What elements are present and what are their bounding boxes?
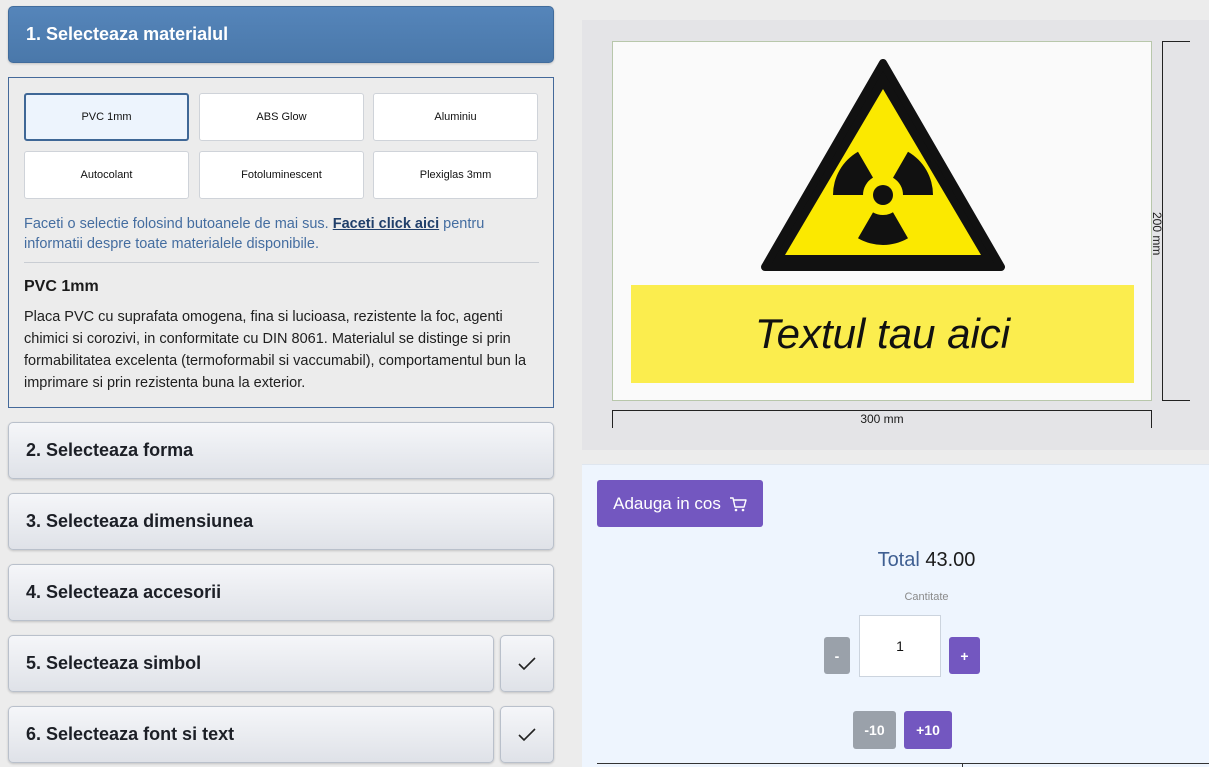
height-dimension-tick-bottom [1162,400,1190,401]
material-option-label: PVC 1mm [81,111,132,123]
material-option-label: ABS Glow [256,111,307,123]
checkmark-icon [518,656,536,670]
quantity-minus-button[interactable]: - [824,637,850,674]
total-price: Total 43.00 [582,549,1209,572]
total-label: Total [877,549,920,571]
cart-table-border [597,763,1209,764]
sign-text-band[interactable]: Textul tau aici [631,285,1134,383]
step-material-header[interactable]: 1. Selecteaza materialul [8,6,554,63]
cart-panel: Adauga in cos Total 43.00 Cantitate - + … [582,464,1209,767]
step-symbol-check-button[interactable] [500,635,554,692]
step-shape-label: 2. Selecteaza forma [26,440,194,460]
step-font-text-label: 6. Selecteaza font si text [26,724,235,744]
width-dimension-label: 300 mm [860,412,904,426]
material-option-abs-glow[interactable]: ABS Glow [199,93,364,141]
checkmark-icon [518,727,536,741]
material-option-aluminiu[interactable]: Aluminiu [373,93,538,141]
info-text-before: Faceti o selectie folosind butoanele de … [24,216,333,232]
step-accessories-header[interactable]: 4. Selecteaza accesorii [8,564,554,621]
step-material-label: 1. Selecteaza materialul [26,24,229,44]
add-to-cart-button[interactable]: Adauga in cos [597,480,763,527]
step-font-text-header[interactable]: 6. Selecteaza font si text [8,706,494,763]
radiation-warning-icon [761,59,1005,271]
step-shape-header[interactable]: 2. Selecteaza forma [8,422,554,479]
step-font-text-check-button[interactable] [500,706,554,763]
materials-info-link[interactable]: Faceti click aici [333,216,439,232]
step-symbol-header[interactable]: 5. Selecteaza simbol [8,635,494,692]
height-dimension-tick-top [1162,41,1190,42]
material-option-label: Plexiglas 3mm [419,169,492,181]
quantity-plus-10-button[interactable]: +10 [904,711,952,749]
material-option-label: Aluminiu [434,111,477,123]
quantity-label: Cantitate [904,591,949,603]
material-option-plexiglas[interactable]: Plexiglas 3mm [373,151,538,199]
material-panel: PVC 1mm ABS Glow Aluminiu Autocolant Fot… [8,77,554,408]
sign-preview: Textul tau aici 200 mm 300 mm [582,20,1209,450]
divider [24,262,539,263]
quantity-minus-10-button[interactable]: -10 [853,711,896,749]
width-dimension-line [612,410,1152,411]
sign-text: Textul tau aici [754,310,1011,357]
material-info-text: Faceti o selectie folosind butoanele de … [24,214,539,254]
material-detail-description: Placa PVC cu suprafata omogena, fina si … [24,309,527,391]
cart-icon [729,496,747,511]
height-dimension-label: 200 mm [1150,212,1164,256]
material-option-fotoluminescent[interactable]: Fotoluminescent [199,151,364,199]
step-dimension-header[interactable]: 3. Selecteaza dimensiunea [8,493,554,550]
total-value: 43.00 [925,549,976,571]
step-symbol-label: 5. Selecteaza simbol [26,653,202,673]
material-option-label: Autocolant [80,169,133,181]
cart-table-separator [962,763,963,767]
step-dimension-label: 3. Selecteaza dimensiunea [26,511,254,531]
sign-canvas: Textul tau aici [612,41,1152,401]
material-option-pvc[interactable]: PVC 1mm [24,93,189,141]
add-to-cart-label: Adauga in cos [613,493,721,513]
quantity-plus-button[interactable]: + [949,637,980,674]
material-option-label: Fotoluminescent [241,169,322,181]
quantity-input[interactable] [859,615,941,677]
material-option-autocolant[interactable]: Autocolant [24,151,189,199]
material-detail-title: PVC 1mm [24,278,99,295]
step-accessories-label: 4. Selecteaza accesorii [26,582,222,602]
